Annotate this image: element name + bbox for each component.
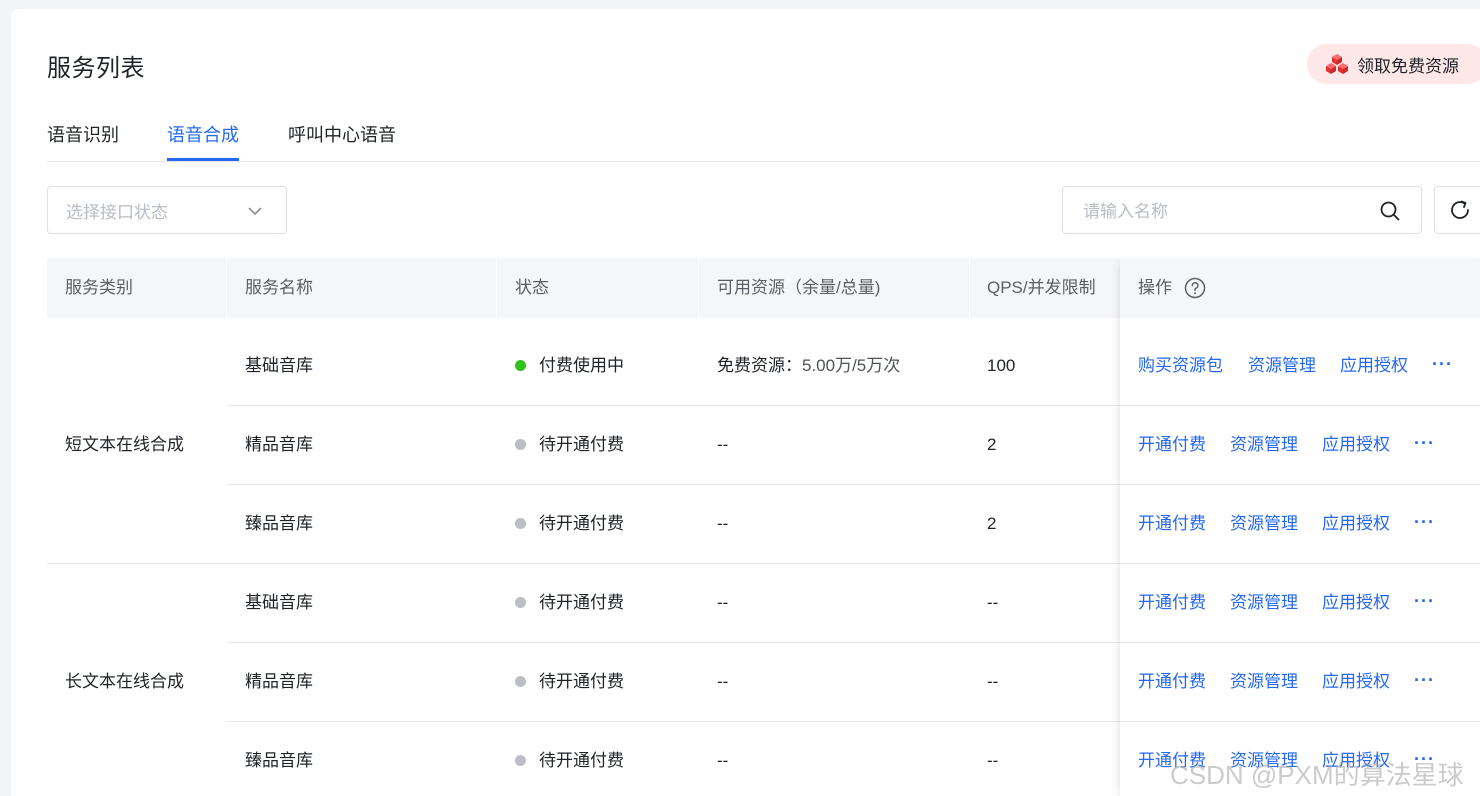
app-authorization-link[interactable]: 应用授权 xyxy=(1322,670,1390,694)
status-dot-icon xyxy=(515,518,526,529)
resource-cell: 免费资源：5.00万/5万次 xyxy=(717,354,900,378)
service-name-cell: 臻品音库 xyxy=(245,514,313,533)
status-dot-icon xyxy=(515,439,526,450)
resource-cell: -- xyxy=(717,593,729,612)
enable-billing-link[interactable]: 开通付费 xyxy=(1138,591,1206,615)
resource-management-link[interactable]: 资源管理 xyxy=(1248,354,1316,378)
status-text: 待开通付费 xyxy=(539,514,624,533)
red-cubes-icon xyxy=(1326,54,1348,74)
app-authorization-link[interactable]: 应用授权 xyxy=(1322,512,1390,536)
status-text: 待开通付费 xyxy=(539,672,624,691)
question-circle-icon[interactable] xyxy=(1184,277,1206,299)
header-actions: 操作 xyxy=(1120,258,1206,318)
app-authorization-link[interactable]: 应用授权 xyxy=(1322,591,1390,615)
resource-management-link[interactable]: 资源管理 xyxy=(1230,512,1298,536)
status-cell: 付费使用中 xyxy=(515,354,624,378)
service-name-cell: 精品音库 xyxy=(245,672,313,691)
more-actions-icon[interactable]: ··· xyxy=(1414,591,1435,611)
enable-billing-link[interactable]: 开通付费 xyxy=(1138,512,1206,536)
header-actions-label: 操作 xyxy=(1138,278,1172,297)
tab-bar: 语音识别 语音合成 呼叫中心语音 xyxy=(47,115,1480,162)
service-table: 服务类别 服务名称 状态 可用资源（余量/总量) QPS/并发限制 短文本在线合… xyxy=(47,258,1480,796)
page-title: 服务列表 xyxy=(47,55,145,82)
search-icon[interactable] xyxy=(1379,200,1401,222)
refresh-button[interactable] xyxy=(1434,186,1480,234)
more-actions-icon[interactable]: ··· xyxy=(1432,354,1453,374)
header-qps-limit: QPS/并发限制 xyxy=(987,278,1096,297)
status-cell: 待开通付费 xyxy=(515,749,624,773)
resource-value: 5.00万/5万次 xyxy=(802,356,901,375)
resource-cell: -- xyxy=(717,435,729,454)
status-dot-icon xyxy=(515,755,526,766)
header-status: 状态 xyxy=(515,278,549,297)
free-resource-label: 领取免费资源 xyxy=(1357,56,1459,76)
service-list-card: 服务列表 领取免费资源 语音识别 语音合成 呼叫中心语音 选择接口状态 请输入名… xyxy=(11,9,1480,796)
service-name-cell: 臻品音库 xyxy=(245,751,313,770)
name-search-box xyxy=(1062,186,1422,234)
qps-cell: 100 xyxy=(987,356,1016,375)
status-dot-icon xyxy=(515,360,526,371)
actions-column: 操作 购买资源包 资源管理 应用授权 ··· 开通付费 资源管理 应用授权 ··… xyxy=(1120,258,1480,796)
status-cell: 待开通付费 xyxy=(515,512,624,536)
service-name-cell: 基础音库 xyxy=(245,593,313,612)
category-cell: 短文本在线合成 xyxy=(65,435,184,454)
app-authorization-link[interactable]: 应用授权 xyxy=(1322,433,1390,457)
qps-cell: -- xyxy=(987,751,999,770)
resource-management-link[interactable]: 资源管理 xyxy=(1230,749,1298,773)
status-cell: 待开通付费 xyxy=(515,591,624,615)
qps-cell: -- xyxy=(987,593,999,612)
buy-resource-pack-link[interactable]: 购买资源包 xyxy=(1138,354,1223,378)
chevron-down-icon xyxy=(248,207,262,216)
resource-management-link[interactable]: 资源管理 xyxy=(1230,591,1298,615)
more-actions-icon[interactable]: ··· xyxy=(1414,433,1435,453)
resource-cell: -- xyxy=(717,751,729,770)
status-cell: 待开通付费 xyxy=(515,433,624,457)
status-text: 待开通付费 xyxy=(539,435,624,454)
header-service-name: 服务名称 xyxy=(245,278,313,297)
tab-speech-synthesis[interactable]: 语音合成 xyxy=(167,121,239,161)
tab-speech-recognition[interactable]: 语音识别 xyxy=(47,121,119,161)
app-authorization-link[interactable]: 应用授权 xyxy=(1340,354,1408,378)
status-select[interactable]: 选择接口状态 xyxy=(47,186,287,234)
resource-cell: -- xyxy=(717,514,729,533)
enable-billing-link[interactable]: 开通付费 xyxy=(1138,749,1206,773)
header-available-resource: 可用资源（余量/总量) xyxy=(717,278,881,297)
more-actions-icon[interactable]: ··· xyxy=(1414,749,1435,769)
enable-billing-link[interactable]: 开通付费 xyxy=(1138,670,1206,694)
resource-label: 免费资源： xyxy=(717,356,802,375)
service-name-cell: 基础音库 xyxy=(245,356,313,375)
free-resource-button[interactable]: 领取免费资源 xyxy=(1307,44,1480,84)
enable-billing-link[interactable]: 开通付费 xyxy=(1138,433,1206,457)
more-actions-icon[interactable]: ··· xyxy=(1414,512,1435,532)
search-input[interactable] xyxy=(1081,199,1365,225)
status-text: 待开通付费 xyxy=(539,751,624,770)
status-text: 待开通付费 xyxy=(539,593,624,612)
resource-management-link[interactable]: 资源管理 xyxy=(1230,433,1298,457)
qps-cell: 2 xyxy=(987,435,997,454)
qps-cell: -- xyxy=(987,672,999,691)
status-select-placeholder: 选择接口状态 xyxy=(66,202,168,222)
resource-cell: -- xyxy=(717,672,729,691)
category-cell: 长文本在线合成 xyxy=(65,672,184,691)
status-cell: 待开通付费 xyxy=(515,670,624,694)
status-dot-icon xyxy=(515,676,526,687)
qps-cell: 2 xyxy=(987,514,997,533)
app-authorization-link[interactable]: 应用授权 xyxy=(1322,749,1390,773)
status-text: 付费使用中 xyxy=(539,356,624,375)
resource-management-link[interactable]: 资源管理 xyxy=(1230,670,1298,694)
header-category: 服务类别 xyxy=(65,278,133,297)
tab-call-center-speech[interactable]: 呼叫中心语音 xyxy=(288,121,396,161)
status-dot-icon xyxy=(515,597,526,608)
service-name-cell: 精品音库 xyxy=(245,435,313,454)
refresh-icon xyxy=(1451,200,1469,219)
more-actions-icon[interactable]: ··· xyxy=(1414,670,1435,690)
